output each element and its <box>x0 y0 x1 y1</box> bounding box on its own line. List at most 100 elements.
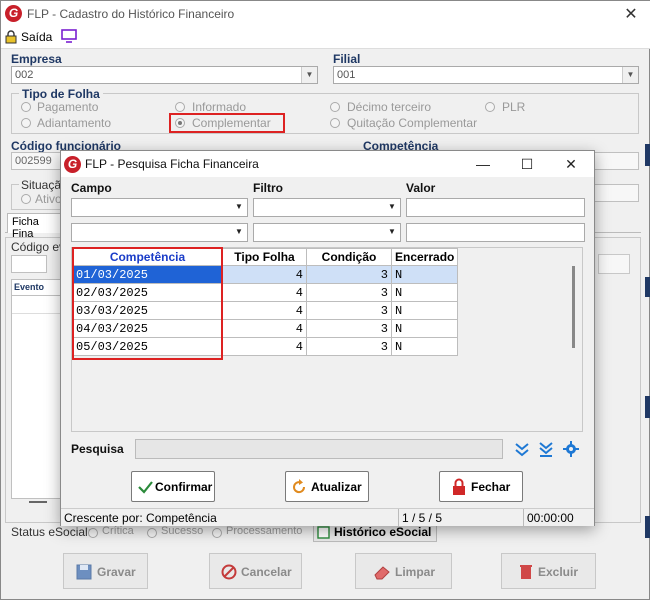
confirmar-button[interactable]: Confirmar <box>131 471 215 502</box>
main-close-icon[interactable]: ✕ <box>619 4 643 24</box>
radio-adiantamento-label: Adiantamento <box>37 116 112 130</box>
chevron-down-icon[interactable]: ▼ <box>231 199 247 215</box>
cell-encerrado: N <box>390 319 459 338</box>
competencia-field[interactable] <box>593 152 639 170</box>
save-icon <box>76 564 92 580</box>
radio-sucesso[interactable] <box>147 528 157 538</box>
fechar-button[interactable]: Fechar <box>439 471 523 502</box>
cell-tipo-folha: 4 <box>222 301 307 320</box>
valor-input-1[interactable] <box>406 198 585 217</box>
monitor-icon[interactable] <box>61 29 77 43</box>
radio-processamento[interactable] <box>212 528 222 538</box>
codigo-funcionario-field[interactable]: 002599 <box>11 152 63 170</box>
main-title-bar: G FLP - Cadastro do Histórico Financeiro… <box>1 1 650 27</box>
grid-minimize-handle[interactable] <box>29 501 47 503</box>
radio-informado[interactable] <box>175 102 185 112</box>
limpar-button[interactable]: Limpar <box>355 553 452 589</box>
radio-decimo-terceiro-label: Décimo terceiro <box>347 100 432 114</box>
minimize-icon[interactable]: — <box>465 153 501 175</box>
radio-ativo[interactable] <box>21 194 31 204</box>
excluir-button[interactable]: Excluir <box>501 553 596 589</box>
campo-select-2[interactable]: ▼ <box>71 223 248 242</box>
situacao-extra-field <box>593 184 639 202</box>
dialog-title: FLP - Pesquisa Ficha Financeira <box>85 157 259 171</box>
situacao-label: Situaçã <box>19 178 64 192</box>
codigo-evento-field[interactable] <box>11 255 47 273</box>
cell-tipo-folha: 4 <box>222 319 307 338</box>
record-position: 1 / 5 / 5 <box>398 509 521 526</box>
cell-tipo-folha: 4 <box>222 283 307 302</box>
chevron-down-icon[interactable]: ▼ <box>231 224 247 240</box>
filtro-select-1[interactable]: ▼ <box>253 198 401 217</box>
chevron-down-icon[interactable]: ▼ <box>384 199 400 215</box>
cell-encerrado: N <box>390 283 459 302</box>
exit-label: Saída <box>21 30 53 44</box>
radio-processamento-label: Processamento <box>226 525 303 537</box>
evento-col-header: Evento <box>12 280 62 296</box>
background-window-edge <box>645 277 650 297</box>
chevron-down-icon[interactable]: ▼ <box>384 224 400 240</box>
empresa-label: Empresa <box>11 52 62 66</box>
cell-tipo-folha: 4 <box>222 265 307 284</box>
cell-condicao: 3 <box>306 319 392 338</box>
cell-encerrado: N <box>390 265 459 284</box>
cell-encerrado: N <box>390 337 459 356</box>
dialog-title-bar: G FLP - Pesquisa Ficha Financeira — ☐ ✕ <box>61 151 594 177</box>
radio-critica[interactable] <box>88 528 98 538</box>
gravar-button[interactable]: Gravar <box>63 553 148 589</box>
atualizar-button[interactable]: Atualizar <box>285 471 369 502</box>
filtro-select-2[interactable]: ▼ <box>253 223 401 242</box>
gravar-label: Gravar <box>97 565 136 579</box>
evento-row[interactable] <box>12 296 62 314</box>
grid-vertical-scrollbar[interactable] <box>566 248 582 431</box>
radio-decimo-terceiro[interactable] <box>330 102 340 112</box>
dialog-status-bar: Crescente por: Competência 1 / 5 / 5 00:… <box>61 508 594 526</box>
cell-tipo-folha: 4 <box>222 337 307 356</box>
chevron-double-down-icon[interactable] <box>514 441 530 457</box>
pesquisa-input[interactable] <box>135 439 503 459</box>
radio-ativo-label: Ativo <box>35 192 62 206</box>
filtro-label: Filtro <box>253 181 283 195</box>
chevron-down-icon[interactable]: ▼ <box>301 67 317 83</box>
radio-informado-label: Informado <box>192 100 247 114</box>
chevron-down-icon[interactable]: ▼ <box>622 67 638 83</box>
radio-pagamento[interactable] <box>21 102 31 112</box>
trash-icon <box>520 565 532 579</box>
cell-condicao: 3 <box>306 337 392 356</box>
results-grid[interactable]: Competência Tipo Folha Condição Encerrad… <box>71 247 583 432</box>
fechar-label: Fechar <box>471 480 511 494</box>
col-header-tipo-folha[interactable]: Tipo Folha <box>222 248 307 266</box>
cancelar-button[interactable]: Cancelar <box>209 553 302 589</box>
jump-to-end-icon[interactable] <box>538 441 554 457</box>
radio-sucesso-label: Sucesso <box>161 525 204 537</box>
campo-label: Campo <box>71 181 112 195</box>
gear-icon[interactable] <box>563 441 579 457</box>
evento-grid[interactable]: Evento <box>11 279 63 499</box>
col-header-condicao[interactable]: Condição <box>306 248 392 266</box>
valor-input-2[interactable] <box>406 223 585 242</box>
maximize-icon[interactable]: ☐ <box>509 153 545 175</box>
close-icon[interactable]: ✕ <box>553 153 589 175</box>
app-logo-icon: G <box>64 156 81 173</box>
radio-plr[interactable] <box>485 102 495 112</box>
cell-encerrado: N <box>390 301 459 320</box>
tab-panel-right-box <box>598 254 630 274</box>
radio-quitacao-complementar[interactable] <box>330 118 340 128</box>
tab-ficha-financeira[interactable]: Ficha Fina <box>7 213 63 240</box>
radio-critica-label: Crítica <box>102 525 134 537</box>
empresa-select[interactable]: 002 ▼ <box>11 66 318 84</box>
background-window-edge <box>645 396 650 418</box>
refresh-icon <box>293 479 306 494</box>
excluir-label: Excluir <box>538 565 579 579</box>
codigo-funcionario-value: 002599 <box>15 155 52 167</box>
filial-select[interactable]: 001 ▼ <box>333 66 639 84</box>
pesquisa-dialog: G FLP - Pesquisa Ficha Financeira — ☐ ✕ … <box>60 150 595 526</box>
confirmar-label: Confirmar <box>155 480 213 494</box>
campo-select-1[interactable]: ▼ <box>71 198 248 217</box>
col-header-encerrado[interactable]: Encerrado <box>390 248 459 266</box>
radio-adiantamento[interactable] <box>21 118 31 128</box>
radio-complementar[interactable] <box>175 118 185 128</box>
pesquisa-label: Pesquisa <box>71 442 124 456</box>
scrollbar-thumb[interactable] <box>572 266 575 348</box>
cell-condicao: 3 <box>306 283 392 302</box>
